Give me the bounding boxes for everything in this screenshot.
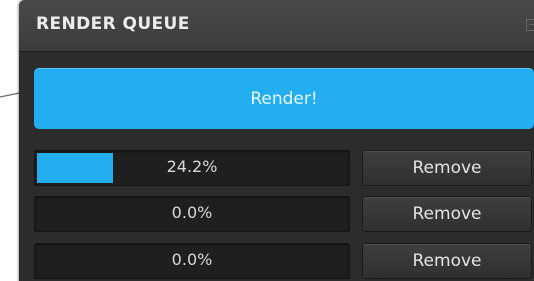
queue-row: 0.0% Remove [34,196,534,232]
progress-label: 0.0% [171,203,213,222]
remove-button[interactable]: Remove [362,243,532,279]
panel-header: RENDER QUEUE [19,0,534,52]
collapse-icon[interactable] [526,19,534,31]
panel-title: RENDER QUEUE [36,14,190,34]
queue-row: 24.2% Remove [34,150,534,186]
screenshot-stage: RENDER QUEUE Render! 24.2% Remove 0.0% R… [0,0,534,281]
remove-button[interactable]: Remove [362,150,532,186]
progress-label: 24.2% [166,157,218,176]
render-button[interactable]: Render! [34,68,534,129]
render-queue-panel: RENDER QUEUE Render! 24.2% Remove 0.0% R… [19,0,534,281]
progress-label: 0.0% [171,250,213,269]
queue-row: 0.0% Remove [34,243,534,279]
remove-button[interactable]: Remove [362,196,532,232]
